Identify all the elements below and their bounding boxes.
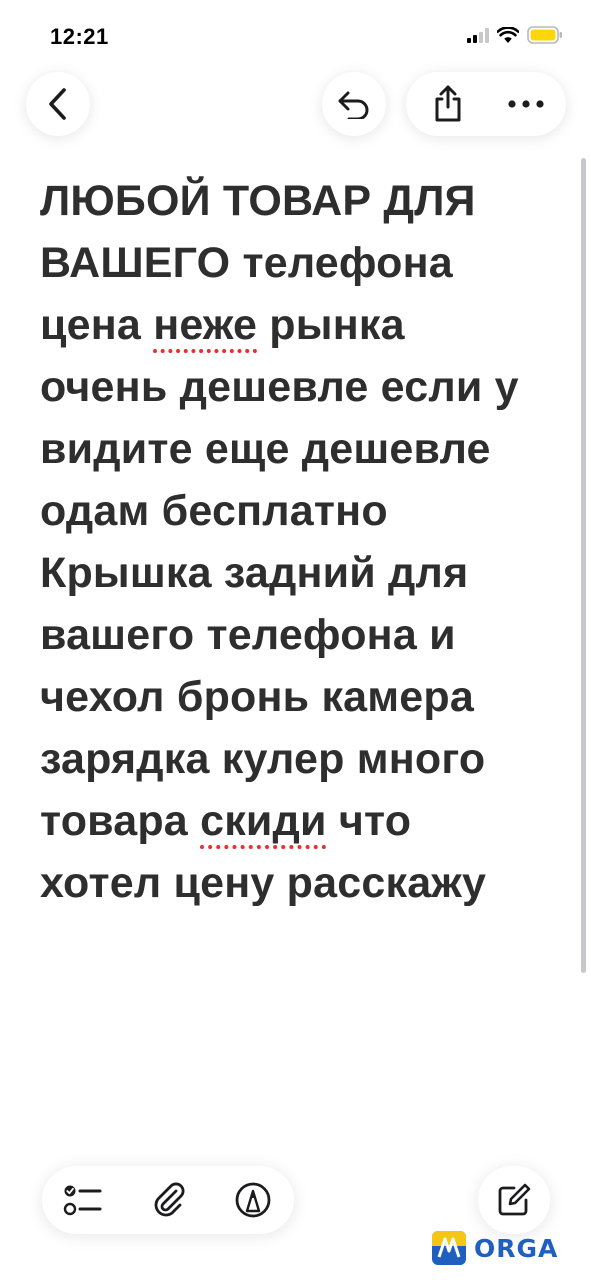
watermark-text: ORGA <box>474 1233 559 1263</box>
note-line: очень дешевле если у <box>40 363 519 411</box>
note-body[interactable]: ЛЮБОЙ ТОВАР ДЛЯ ВАШЕГО телефона цена неж… <box>40 170 560 914</box>
note-line: хотел цену расскажу <box>40 859 487 907</box>
more-button[interactable] <box>490 72 562 136</box>
note-line: ВАШЕГО телефона <box>40 239 453 287</box>
share-button[interactable] <box>412 72 484 136</box>
actions-pill <box>406 72 566 136</box>
misspelled-word[interactable]: скиди <box>200 797 327 845</box>
battery-icon <box>527 26 562 44</box>
vertical-scrollbar[interactable] <box>581 158 586 973</box>
note-line: цена неже рынка <box>40 294 560 356</box>
note-text: рынка <box>257 301 405 349</box>
note-line: чехол бронь камера <box>40 673 474 721</box>
note-line: Крышка задний для <box>40 549 469 597</box>
note-line: видите еще дешевле <box>40 425 491 473</box>
undo-icon <box>338 91 369 119</box>
notes-screen: 12:21 ЛЮБОЙ ТОВАР ДЛЯ ВАШЕГО телефона це… <box>0 0 591 1280</box>
note-line: зарядка кулер много <box>40 735 486 783</box>
back-button[interactable] <box>26 72 90 136</box>
bottom-toolbar <box>42 1166 294 1234</box>
chevron-left-icon <box>49 88 66 120</box>
pen-markup-icon <box>235 1182 271 1218</box>
note-text: что <box>326 797 412 845</box>
status-time: 12:21 <box>50 24 109 49</box>
ellipsis-icon <box>508 100 544 108</box>
misspelled-word[interactable]: неже <box>153 301 257 349</box>
share-icon <box>435 85 461 122</box>
checklist-button[interactable] <box>48 1166 118 1234</box>
note-line: ЛЮБОЙ ТОВАР ДЛЯ <box>40 177 476 225</box>
note-line: вашего телефона и <box>40 611 456 659</box>
compose-icon <box>498 1183 531 1216</box>
compose-button[interactable] <box>478 1166 550 1234</box>
cellular-signal-icon <box>467 27 489 43</box>
checklist-icon <box>63 1185 102 1216</box>
status-icons <box>467 26 563 44</box>
paperclip-icon <box>154 1182 185 1217</box>
orga-logo-icon <box>432 1231 466 1265</box>
note-text: товара <box>40 797 201 845</box>
attach-button[interactable] <box>134 1166 204 1234</box>
undo-button[interactable] <box>322 72 386 136</box>
note-text: цена <box>40 301 154 349</box>
markup-button[interactable] <box>218 1166 288 1234</box>
status-bar: 12:21 <box>0 0 591 70</box>
note-line: одам бесплатно <box>40 487 388 535</box>
note-line: товара скиди что <box>40 790 560 852</box>
wifi-icon <box>497 26 519 43</box>
watermark: ORGA <box>432 1229 582 1267</box>
